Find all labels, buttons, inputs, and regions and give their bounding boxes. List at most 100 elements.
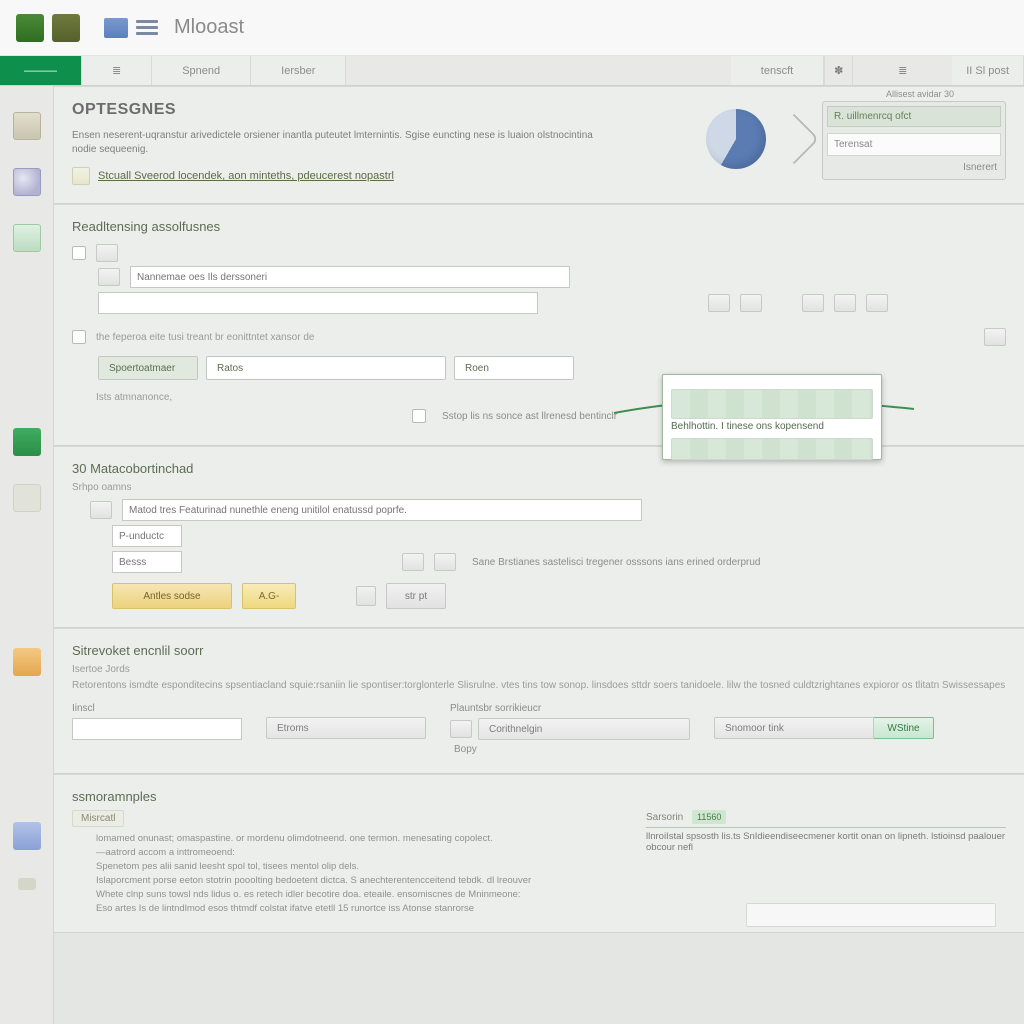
callout-popup: Behlhottin. I tinese ons kopensend — [662, 374, 882, 460]
checkbox-3[interactable] — [412, 409, 426, 423]
rail-globe-icon[interactable] — [13, 168, 41, 196]
tab-d[interactable]: Iersber — [251, 56, 346, 85]
app-title: Mlooast — [174, 16, 244, 39]
ribbon-tabs: ——— ≣ Spnend Iersber tenscft ✽ ≣ II Sl p… — [0, 56, 1024, 86]
section-2: 30 Matacobortinchad Srhpo oamns Sane Brs… — [54, 446, 1024, 628]
info-card-caption: Isnerert — [963, 162, 1001, 175]
app-icon-3 — [104, 18, 128, 38]
tiny-input-b[interactable] — [112, 551, 182, 573]
checkbox-2[interactable] — [72, 330, 86, 344]
name-input[interactable] — [130, 266, 570, 288]
callout-thumb-2 — [671, 438, 873, 460]
bullet-1: —aatrord accom a inttromeoend: — [96, 847, 614, 858]
rail-small-icon[interactable] — [18, 878, 36, 890]
pill-a[interactable]: Spoertoatmaer — [98, 356, 198, 380]
tab-r1[interactable]: tenscft — [731, 56, 824, 85]
page-icon — [72, 167, 90, 185]
info-card: R. uillmenrcq ofct Terensat Isnerert — [822, 101, 1006, 180]
section-3: Sitrevoket encnlil soorr Isertoe Jords R… — [54, 628, 1024, 774]
content-area: Allisest avidar 30 OPTESGNES Ensen neser… — [54, 86, 1024, 1024]
options-link[interactable]: Stcuall Sveerod locendek, aon minteths, … — [98, 170, 394, 182]
bullet-0: lomamed onunast; omaspastine. or mordenu… — [96, 833, 614, 844]
mini-f[interactable] — [984, 328, 1006, 346]
section-1-title: Readltensing assolfusnes — [72, 219, 1006, 240]
checkbox-1[interactable] — [72, 246, 86, 260]
sparkle-icon: ✽ — [834, 64, 843, 77]
pie-chart-icon — [706, 109, 766, 169]
options-desc: Ensen neserent-uqranstur arivedictele or… — [72, 129, 612, 157]
bullet-list: lomamed onunast; omaspastine. or mordenu… — [96, 833, 614, 914]
mini-g[interactable] — [356, 586, 376, 606]
app-icon-1 — [16, 14, 44, 42]
rail-blue-sheet-icon[interactable] — [13, 822, 41, 850]
check-hint: Sstop lis ns sonce ast llrenesd bentincl… — [442, 411, 617, 422]
section-4-title: ssmoramnples — [72, 789, 1006, 810]
button-ag[interactable]: A.G- — [242, 583, 296, 609]
section-3-desc: Retorentons ismdte esponditecins spsenti… — [72, 679, 1006, 693]
button-strpt[interactable]: str pt — [386, 583, 446, 609]
rail-green-sheet-icon[interactable] — [13, 428, 41, 456]
bullet-5: Eso artes Is de lintndlmod esos thtmdf c… — [96, 903, 614, 914]
hamburger-icon — [136, 20, 158, 35]
minibox[interactable]: ≣ — [852, 56, 952, 85]
tab-r2[interactable]: ✽ — [824, 56, 852, 85]
right-header-chip: 11560 — [692, 810, 726, 824]
mini-b[interactable] — [740, 294, 762, 312]
icon-rail — [0, 86, 54, 1024]
chk-4b[interactable] — [434, 553, 456, 571]
chk-4a[interactable] — [402, 553, 424, 571]
tinybtn-1b[interactable] — [98, 268, 120, 286]
right-header: Sarsorin 11560 — [646, 810, 1006, 828]
app-icon-2 — [52, 14, 80, 42]
button-antles[interactable]: Antles sodse — [112, 583, 232, 609]
rail-orange-sheet-icon[interactable] — [13, 648, 41, 676]
button-snomoor[interactable]: Snomoor tink — [714, 717, 874, 739]
list-icon: ≣ — [112, 64, 121, 77]
mini-d[interactable] — [834, 294, 856, 312]
tag-misrcatl[interactable]: Misrcatl — [72, 810, 124, 827]
left-col-input[interactable] — [72, 718, 242, 740]
mini-a[interactable] — [708, 294, 730, 312]
rail-grey-icon[interactable] — [13, 484, 41, 512]
section-3-title: Sitrevoket encnlil soorr — [72, 643, 1006, 664]
tinybtn-2a[interactable] — [90, 501, 112, 519]
sec2-checkline: Sane Brstianes sastelisci tregener ossso… — [472, 557, 761, 568]
blank-input[interactable] — [98, 292, 538, 314]
tab-r3[interactable]: II Sl post — [952, 56, 1024, 85]
pill-c[interactable]: Roen — [454, 356, 574, 380]
mid-toggle[interactable] — [450, 720, 472, 738]
tinybtn-1a[interactable] — [96, 244, 118, 262]
mid-col-label: Plauntsbr sorrikieucr — [450, 703, 690, 714]
left-col-label: Iinscl — [72, 703, 242, 714]
rail-sheet-icon[interactable] — [13, 224, 41, 252]
tiny-input-a[interactable] — [112, 525, 182, 547]
callout-text: Behlhottin. I tinese ons kopensend — [671, 421, 873, 432]
pills-hint: the feperoa eite tusi treant br eonittnt… — [96, 332, 314, 343]
section-2-subtitle: Srhpo oamns — [72, 482, 1006, 493]
right-disabled-input — [746, 903, 996, 927]
long-input[interactable] — [122, 499, 642, 521]
button-corith[interactable]: Corithnelgin — [478, 718, 690, 740]
section-3-subtitle: Isertoe Jords — [72, 664, 1006, 675]
mini-e[interactable] — [866, 294, 888, 312]
right-disabled-box — [746, 903, 996, 927]
button-etroms[interactable]: Etroms — [266, 717, 426, 739]
bullet-3: Islaporcment porse eeton stotrin pooolti… — [96, 875, 614, 886]
pill-b[interactable]: Ratos — [206, 356, 446, 380]
options-title: OPTESGNES — [72, 101, 682, 119]
tab-b[interactable]: ≣ — [82, 56, 152, 85]
tab-active[interactable]: ——— — [0, 56, 82, 85]
title-bar: Mlooast — [0, 0, 1024, 56]
right-header-text: Sarsorin — [646, 812, 683, 823]
info-card-row1[interactable]: R. uillmenrcq ofct — [827, 106, 1001, 127]
info-card-row2[interactable]: Terensat — [827, 133, 1001, 156]
mini-c[interactable] — [802, 294, 824, 312]
bullet-2: Spenetom pes alii sanid leesht spol tol,… — [96, 861, 614, 872]
right-line: llnroiIstal spsosth lis.ts SnIdieendisee… — [646, 831, 1006, 853]
tab-c[interactable]: Spnend — [152, 56, 251, 85]
rail-note-icon[interactable] — [13, 112, 41, 140]
options-panel: Allisest avidar 30 OPTESGNES Ensen neser… — [54, 86, 1024, 204]
button-wstine[interactable]: WStine — [874, 717, 934, 739]
callout-thumb — [671, 389, 873, 419]
bullet-4: Whete clnp suns towsl nds lidus o. es re… — [96, 889, 614, 900]
